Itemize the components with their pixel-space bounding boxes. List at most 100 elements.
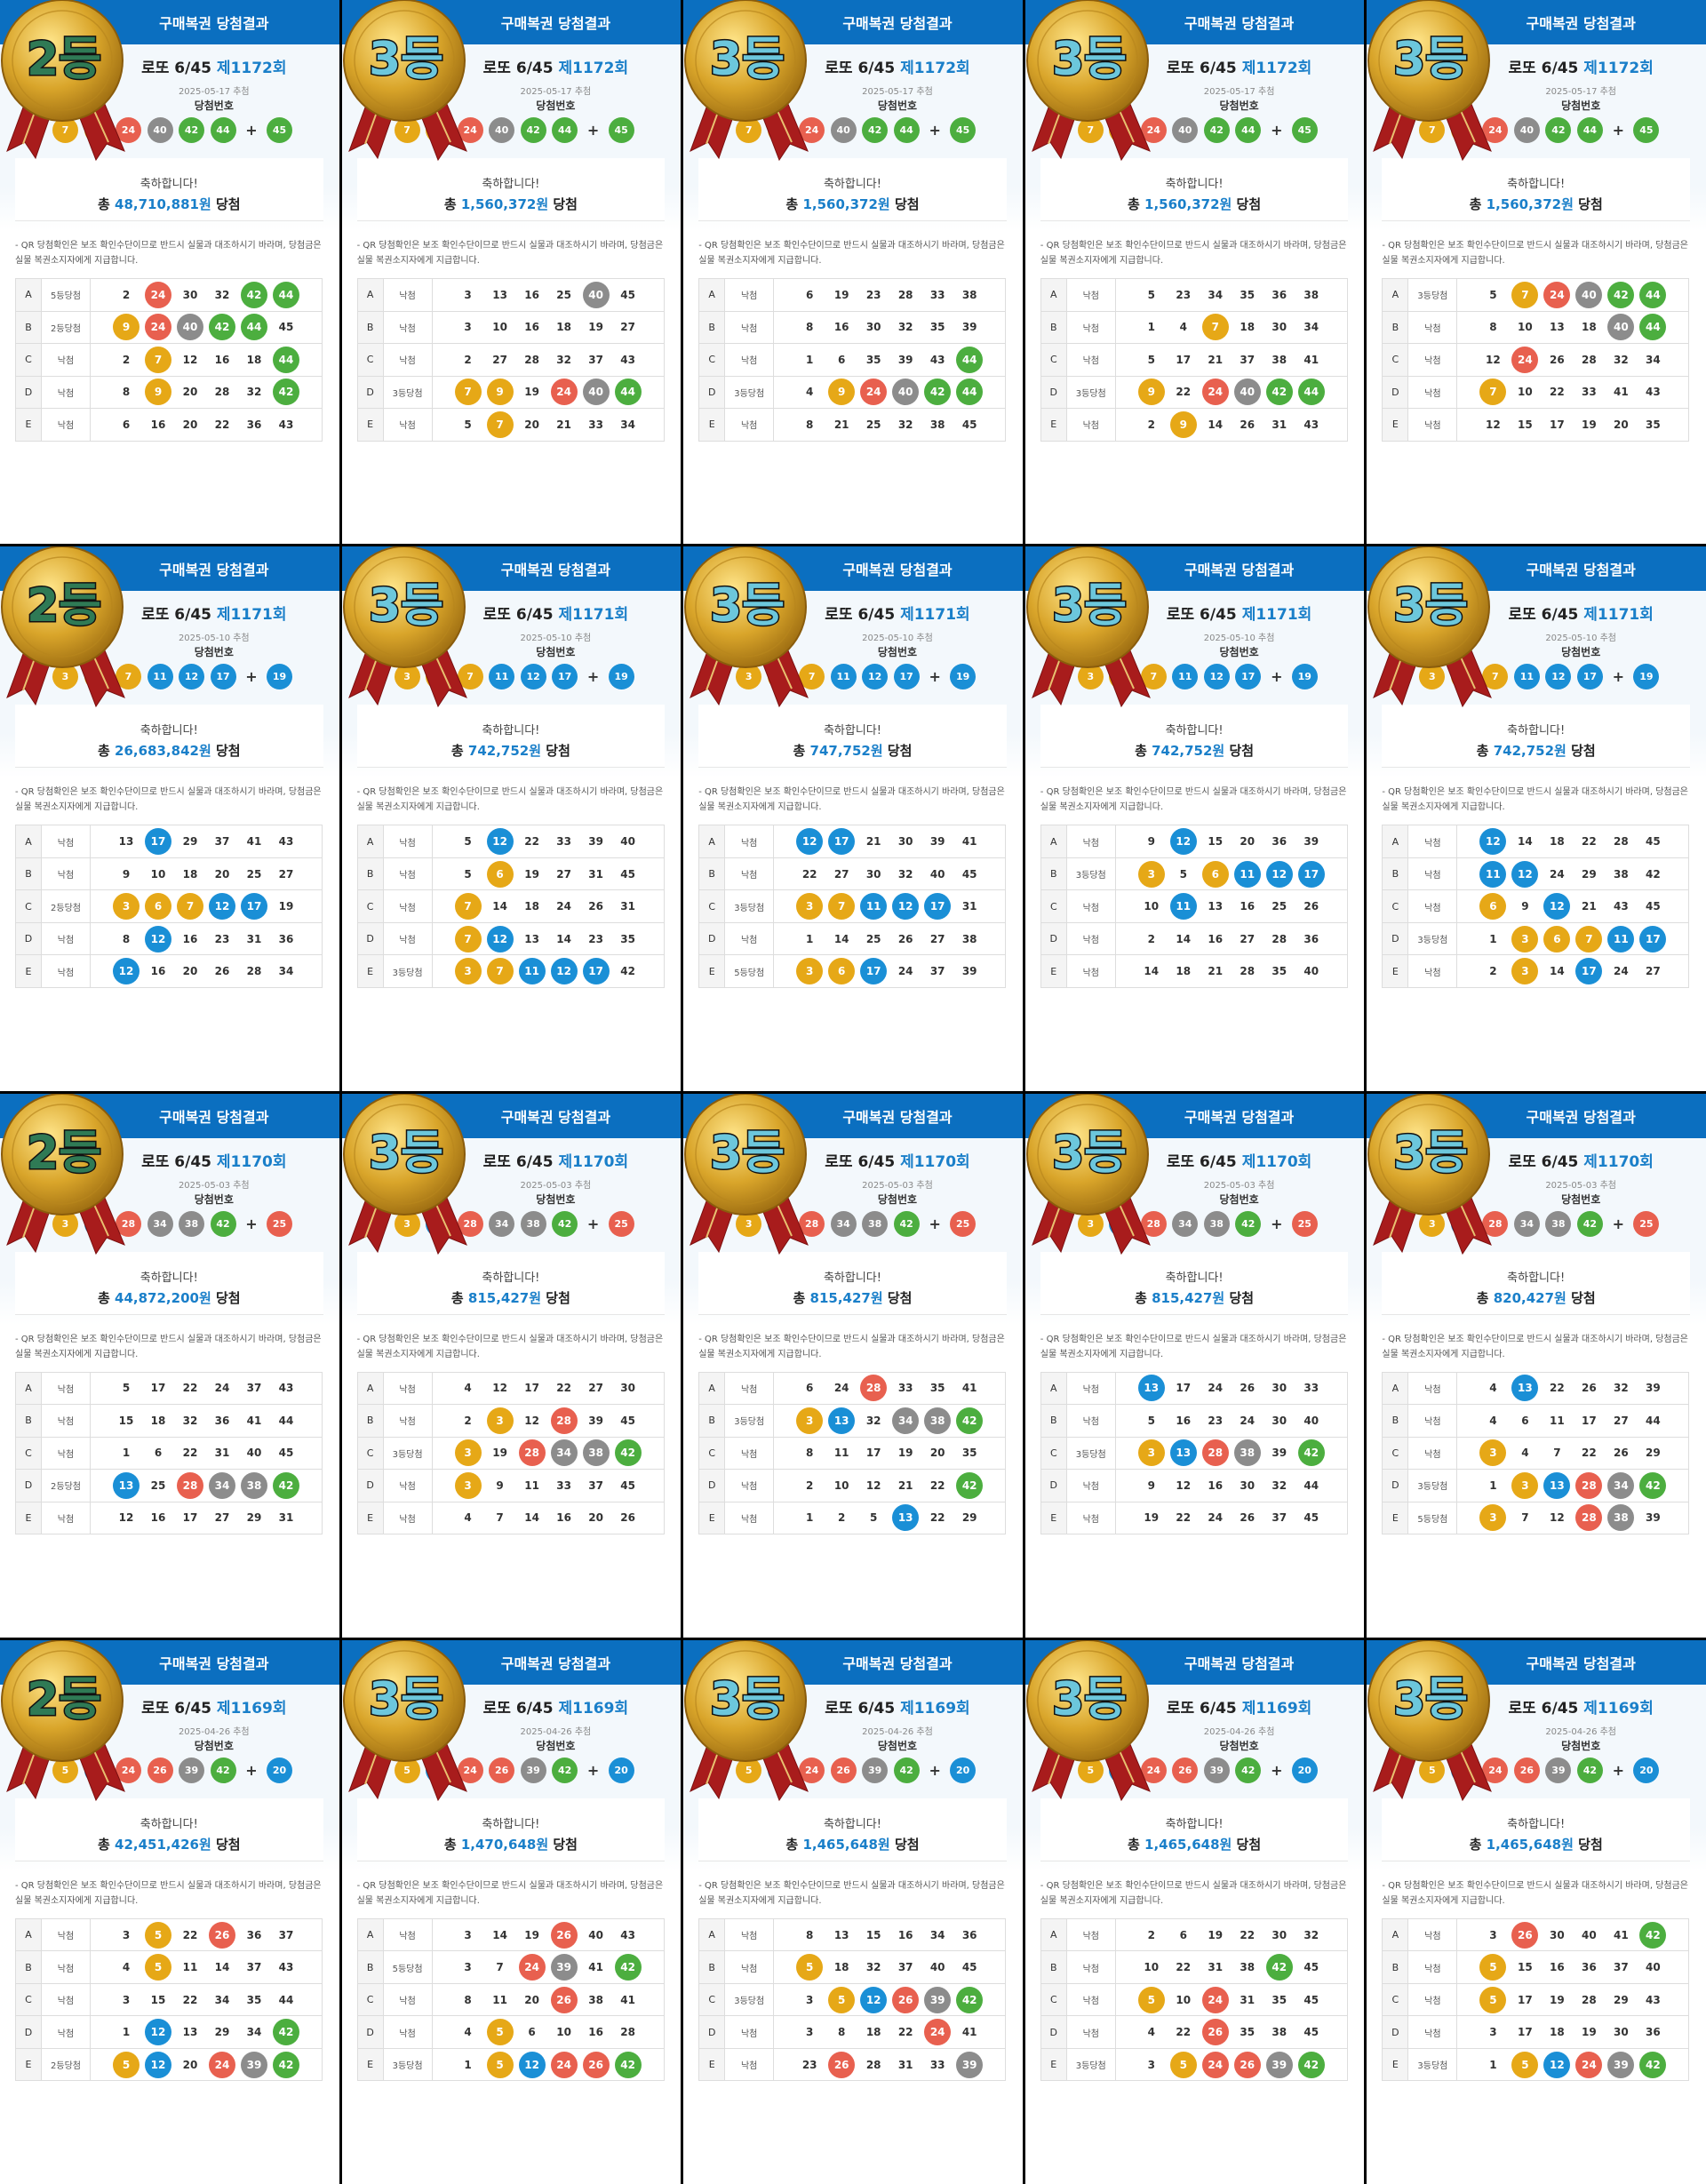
ticket-row: D 낙첨 8 12 16 23 31 36: [15, 921, 323, 956]
prize-total: 총 1,465,648원 당첨: [698, 1835, 1007, 1853]
row-label: B: [356, 1404, 384, 1438]
winning-ball: 34: [489, 1210, 515, 1237]
number: 40: [1303, 965, 1319, 977]
number: 26: [1303, 900, 1319, 913]
number-cell: 45: [1295, 2026, 1327, 2038]
row-result: 낙첨: [41, 375, 91, 409]
number: 31: [620, 900, 635, 913]
number: 40: [1303, 1414, 1319, 1427]
number-cell: 12: [1541, 2051, 1573, 2078]
ticket-row: D 낙첨 1 14 25 26 27 38: [698, 921, 1007, 956]
number-cell: 35: [1637, 418, 1669, 431]
number-cell: 5: [1168, 868, 1200, 881]
number: 19: [524, 386, 539, 399]
number-cell: 16: [580, 2026, 612, 2038]
number-cell: 15: [1509, 418, 1541, 431]
number-list: 2 3 14 17 24 27: [1477, 958, 1688, 984]
prize-total: 총 742,752원 당첨: [1040, 741, 1349, 760]
number-list: 5 18 32 37 40 45: [793, 1954, 1005, 1981]
number-cell: 4: [793, 386, 825, 398]
number: 38: [961, 932, 977, 945]
ticket-row: E 3등당첨 1 5 12 24 39 42: [1382, 2047, 1690, 2082]
number: 12: [1486, 353, 1501, 366]
matched-ball: 28: [177, 1471, 203, 1499]
number: 36: [1646, 2026, 1661, 2038]
row-result: 낙첨: [382, 825, 433, 858]
row-label: E: [1040, 954, 1067, 988]
number-cell: 28: [857, 1375, 889, 1402]
number-cell: 34: [270, 965, 302, 977]
number-list: 22 27 30 32 40 45: [793, 868, 1005, 881]
number-cell: 10: [825, 1479, 857, 1492]
plus-sign: +: [1612, 122, 1625, 139]
prize-suffix: 당첨: [546, 1289, 570, 1306]
ticket-row: E 낙첨 23 26 28 31 33 39: [698, 2047, 1007, 2082]
number-cell: 24: [1200, 1382, 1232, 1394]
number-cell: 42: [921, 379, 953, 406]
number: 27: [492, 353, 507, 366]
result-card: 구매복권 당첨결과 로또 6/45 제1172회 2025-05-17 추첨 당첨번호…: [0, 0, 339, 545]
row-label: C: [15, 343, 42, 377]
medal-rank: 3등: [710, 579, 785, 633]
number-cell: 35: [921, 1382, 953, 1394]
matched-ball: 42: [614, 1439, 642, 1467]
number-cell: 2: [793, 1479, 825, 1492]
number: 12: [865, 1479, 881, 1492]
congrats-text: 축하합니다!: [1507, 1271, 1566, 1285]
number: 4: [806, 386, 814, 399]
row-result: 낙첨: [724, 921, 775, 956]
number-cell: 5: [857, 1511, 889, 1524]
number: 17: [865, 1447, 881, 1460]
number-cell: 14: [1200, 418, 1232, 431]
number: 18: [246, 353, 262, 366]
medal-rank: 3등: [1052, 579, 1127, 633]
number-cell: 29: [238, 1511, 270, 1524]
winning-ball: 11: [1172, 664, 1199, 690]
number: 22: [1176, 1961, 1192, 1973]
number: 25: [246, 867, 262, 881]
row-numbers: 3 9 11 33 37 45: [431, 1469, 665, 1502]
matched-ball: 40: [582, 281, 610, 308]
prize-suffix: 당첨: [1578, 1836, 1603, 1853]
prize-box: 축하합니다! 총 48,710,881원 당첨: [15, 158, 323, 221]
matched-ball: 44: [1297, 379, 1325, 406]
number-cell: 1: [1477, 2059, 1509, 2071]
row-result: 낙첨: [1065, 1469, 1116, 1502]
number-cell: 26: [206, 1921, 238, 1949]
number: 45: [278, 321, 294, 334]
matched-ball: 7: [1575, 925, 1603, 953]
number-cell: 13: [1541, 1471, 1573, 1499]
medal-rank: 3등: [369, 1673, 443, 1726]
ticket-row: E 낙첨 2 3 14 17 24 27: [1382, 954, 1690, 988]
number: 45: [1303, 1961, 1319, 1973]
ticket-row: C 3등당첨 3 7 11 12 17 31: [698, 889, 1007, 923]
plus-sign: +: [586, 122, 600, 139]
result-card: 구매복권 당첨결과 로또 6/45 제1170회 2025-05-03 추첨 당첨번호…: [0, 1093, 339, 1638]
number-cell: 43: [612, 354, 644, 366]
number-cell: 6: [484, 860, 516, 888]
number-cell: 33: [580, 418, 612, 431]
number: 18: [524, 900, 539, 913]
number: 33: [1582, 386, 1597, 399]
number-cell: 4: [1477, 1382, 1509, 1394]
number: 3: [1147, 2058, 1155, 2071]
number: 28: [865, 2058, 881, 2071]
number-cell: 45: [953, 418, 985, 431]
number: 26: [1240, 1382, 1256, 1395]
number-cell: 42: [270, 379, 302, 406]
number: 31: [588, 867, 603, 881]
number-cell: 4: [110, 1961, 142, 1973]
number-cell: 40: [238, 1447, 270, 1459]
number: 43: [1303, 418, 1319, 431]
number-cell: 9: [1168, 410, 1200, 438]
ticket-row: A 3등당첨 5 7 24 40 42 44: [1382, 278, 1690, 312]
number-cell: 43: [1295, 418, 1327, 431]
number-list: 8 9 20 28 32 42: [110, 379, 322, 406]
number: 12: [1550, 1511, 1565, 1525]
number-cell: 3: [452, 1439, 484, 1467]
number-cell: 30: [1541, 1929, 1573, 1941]
number-cell: 30: [1605, 2026, 1637, 2038]
number-cell: 7: [484, 410, 516, 438]
number-cell: 28: [238, 965, 270, 977]
matched-ball: 6: [486, 860, 514, 888]
